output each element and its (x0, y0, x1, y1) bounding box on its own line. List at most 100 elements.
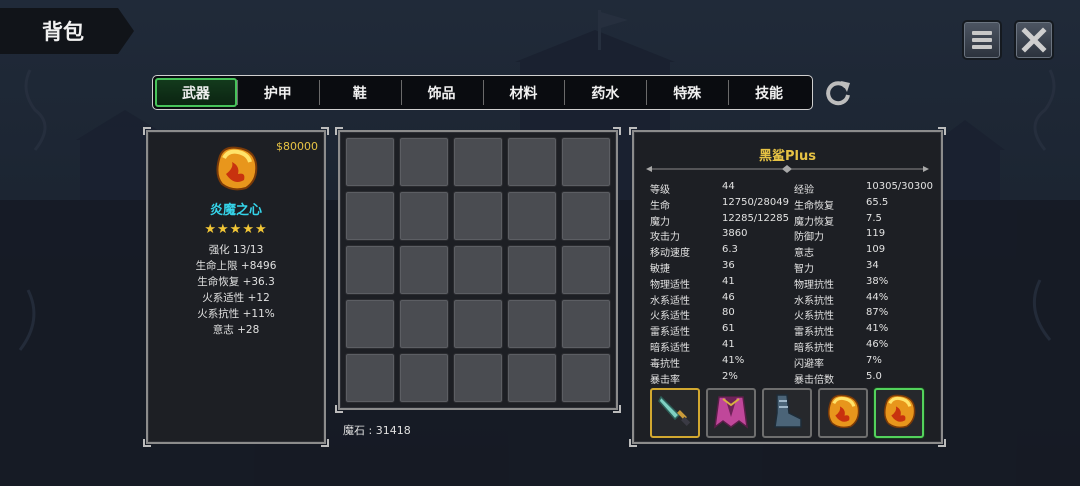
stat-label: 魔力 (650, 216, 670, 228)
stat-value: 6.3 (722, 244, 738, 256)
inventory-slot[interactable] (453, 191, 503, 241)
tab-material[interactable]: 材料 (482, 78, 565, 107)
item-stars: ★★★★★ (204, 222, 268, 237)
inventory-slot[interactable] (561, 299, 611, 349)
tab-shoes[interactable]: 鞋 (318, 78, 401, 107)
inventory-slot[interactable] (345, 353, 395, 403)
item-stat: 火系适性 +12 (202, 292, 270, 304)
inventory-slot[interactable] (507, 191, 557, 241)
inventory-slot[interactable] (399, 191, 449, 241)
item-stat: 强化 13/13 (208, 244, 264, 256)
flame-gem-icon (823, 391, 863, 435)
equip-slot-accessory-1[interactable] (818, 388, 868, 438)
equip-slot-armor[interactable] (706, 388, 756, 438)
inventory-slot[interactable] (399, 299, 449, 349)
inventory-slot[interactable] (561, 137, 611, 187)
inventory-slot[interactable] (345, 245, 395, 295)
stat-label: 生命 (650, 200, 670, 212)
stat-label: 防御力 (794, 232, 824, 244)
stat-label: 等级 (650, 185, 670, 196)
stat-value: 7% (866, 354, 882, 366)
inventory-slot[interactable] (399, 353, 449, 403)
stat-label: 暴击率 (650, 374, 680, 386)
ornate-divider (646, 165, 929, 173)
inventory-slot[interactable] (453, 353, 503, 403)
cloak-armor-icon (711, 391, 751, 435)
inventory-slot[interactable] (507, 245, 557, 295)
boots-icon (767, 391, 807, 435)
stat-value: 41% (866, 323, 889, 335)
tab-skill[interactable]: 技能 (728, 78, 810, 107)
tab-accessory[interactable]: 饰品 (400, 78, 483, 107)
inventory-slot[interactable] (453, 245, 503, 295)
category-tabs: 武器 护甲 鞋 饰品 材料 药水 特殊 技能 (152, 75, 813, 110)
page-title: 背包 (42, 20, 84, 44)
stat-value: 3860 (722, 228, 748, 240)
stat-label: 智力 (794, 263, 814, 275)
inventory-slot[interactable] (399, 245, 449, 295)
equip-slot-shoes[interactable] (762, 388, 812, 438)
item-stat: 生命上限 +8496 (195, 260, 277, 272)
item-stat: 意志 +28 (212, 324, 260, 336)
tab-special[interactable]: 特殊 (646, 78, 728, 107)
inventory-slot[interactable] (561, 245, 611, 295)
stat-value: 41 (722, 275, 735, 287)
stat-label: 暴击倍数 (794, 374, 834, 386)
stat-value: 12285/12285 (722, 212, 789, 224)
dagger-icon (655, 391, 695, 435)
stat-label: 雷系适性 (650, 327, 690, 339)
tab-potion[interactable]: 药水 (564, 78, 646, 107)
close-icon (1021, 27, 1047, 53)
inventory-slot[interactable] (507, 137, 557, 187)
equip-slot-accessory-2[interactable] (874, 388, 924, 438)
item-detail-panel: $80000 炎魔之心 ★★★★★ 强化 13/13 生命上限 +8496 生命… (143, 127, 329, 447)
equip-slot-weapon[interactable] (650, 388, 700, 438)
stat-value: 10305/30300 (866, 181, 933, 192)
inventory-panel (335, 127, 621, 413)
inventory-slot[interactable] (561, 353, 611, 403)
inventory-slot[interactable] (507, 299, 557, 349)
stat-value: 109 (866, 244, 886, 256)
stat-label: 暗系适性 (650, 342, 690, 354)
stat-value: 2% (722, 370, 738, 382)
stat-label: 物理适性 (650, 279, 690, 291)
stat-value: 44% (866, 291, 889, 303)
stat-value: 5.0 (866, 370, 882, 382)
stat-value: 41% (722, 354, 745, 366)
inventory-slot[interactable] (345, 299, 395, 349)
inventory-slot[interactable] (345, 137, 395, 187)
item-stats: 强化 13/13 生命上限 +8496 生命恢复 +36.3 火系适性 +12 … (148, 242, 324, 338)
stat-label: 暗系抗性 (794, 342, 834, 354)
stat-label: 水系适性 (650, 295, 690, 307)
stat-label: 移动速度 (650, 248, 690, 260)
stat-value: 46% (866, 338, 889, 350)
refresh-icon[interactable] (822, 77, 854, 109)
stat-label: 雷系抗性 (794, 327, 834, 339)
stat-label: 闪避率 (794, 358, 824, 370)
stat-label: 水系抗性 (794, 295, 834, 307)
stat-value: 119 (866, 228, 886, 240)
tab-weapon[interactable]: 武器 (155, 78, 237, 107)
inventory-slot[interactable] (453, 137, 503, 187)
inventory-slot[interactable] (399, 137, 449, 187)
inventory-slot[interactable] (453, 299, 503, 349)
close-button[interactable] (1014, 20, 1054, 60)
stat-label: 经验 (794, 185, 814, 196)
menu-button[interactable] (962, 20, 1002, 60)
item-stat: 生命恢复 +36.3 (197, 276, 275, 288)
inventory-slot[interactable] (561, 191, 611, 241)
inventory-slot[interactable] (507, 353, 557, 403)
inventory-grid (345, 137, 611, 403)
magic-stone-count: 魔石 : 31418 (343, 424, 411, 437)
stat-label: 魔力恢复 (794, 216, 834, 228)
item-stat: 火系抗性 +11% (197, 308, 275, 320)
stat-label: 火系抗性 (794, 311, 834, 323)
stat-value: 41 (722, 338, 735, 350)
stat-label: 意志 (794, 248, 814, 260)
tab-armor[interactable]: 护甲 (236, 78, 319, 107)
stat-value: 12750/28049 (722, 196, 789, 208)
stat-label: 毒抗性 (650, 358, 680, 370)
stat-value: 34 (866, 259, 879, 271)
inventory-slot[interactable] (345, 191, 395, 241)
item-price: $80000 (276, 140, 318, 153)
